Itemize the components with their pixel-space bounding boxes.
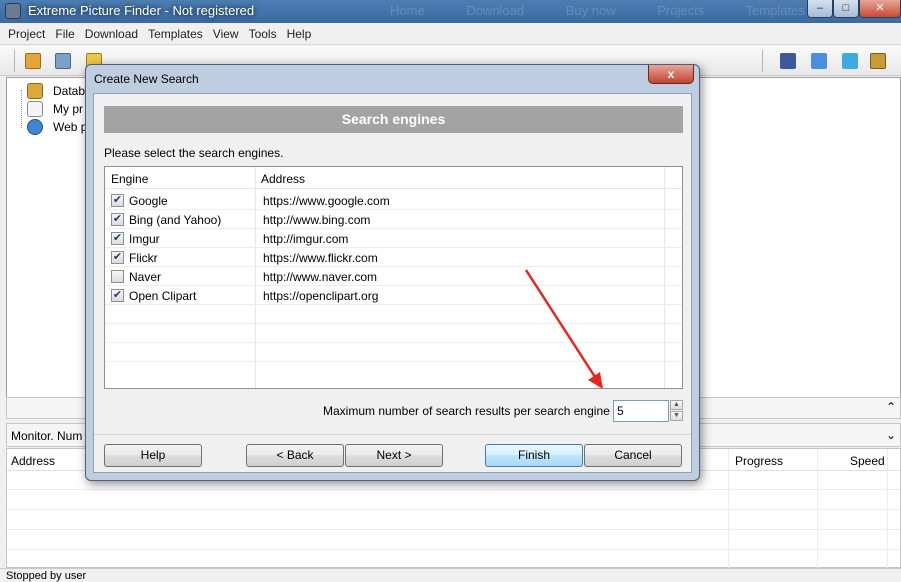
ghost-tab: Download [466, 3, 525, 18]
engine-row[interactable]: Naver http://www.naver.com [105, 267, 682, 286]
create-new-search-dialog: Create New Search x Search engines Pleas… [85, 64, 700, 481]
tree-item-label: Datab [53, 84, 86, 98]
engine-name: Google [129, 194, 168, 208]
grid-row-divider [7, 489, 900, 490]
tree-connector [21, 90, 22, 128]
menu-project[interactable]: Project [0, 23, 50, 41]
toolbar-separator [762, 50, 763, 72]
menu-help[interactable]: Help [282, 23, 317, 41]
column-speed[interactable]: Speed [850, 454, 885, 468]
status-bar: Stopped by user [0, 568, 901, 582]
close-window-button[interactable]: ✕ [859, 0, 901, 18]
engine-name: Open Clipart [129, 289, 197, 303]
empty-row [105, 343, 682, 362]
tree-item-label: My pr [53, 102, 83, 116]
menu-templates[interactable]: Templates [143, 23, 208, 41]
engine-row[interactable]: ✔ Bing (and Yahoo) http://www.bing.com [105, 210, 682, 229]
chevron-up-icon[interactable]: ⌃ [886, 400, 896, 414]
ribbon-ghost-tabs: Home Download Buy now Projects Templates [390, 3, 843, 18]
toolbar-separator [14, 50, 15, 72]
help-button[interactable]: Help [104, 444, 202, 467]
spin-down-icon[interactable]: ▼ [670, 411, 683, 421]
grid-row-divider [7, 549, 900, 550]
finish-button[interactable]: Finish [485, 444, 583, 467]
status-text: Stopped by user [6, 570, 87, 582]
engine-row[interactable]: ✔ Open Clipart https://openclipart.org [105, 286, 682, 305]
engine-name: Naver [129, 270, 162, 284]
engine-address: http://www.naver.com [263, 270, 378, 284]
engine-address: https://openclipart.org [263, 289, 379, 303]
menu-file[interactable]: File [50, 23, 79, 41]
ghost-tab: Home [390, 3, 425, 18]
search-engine-list: Engine Address ✔ Google https://www.goog… [104, 166, 683, 389]
engine-checkbox[interactable]: ✔ [111, 232, 124, 245]
engine-name: Imgur [129, 232, 160, 246]
database-icon [27, 83, 43, 99]
column-progress[interactable]: Progress [735, 454, 783, 468]
engine-checkbox[interactable]: ✔ [111, 213, 124, 226]
max-results-label: Maximum number of search results per sea… [323, 404, 610, 418]
window-title: Extreme Picture Finder - Not registered [28, 3, 255, 18]
web-search-icon [27, 119, 43, 135]
minimize-button[interactable]: – [807, 0, 833, 18]
edit-project-icon[interactable] [25, 53, 41, 69]
instruction-text: Please select the search engines. [104, 146, 284, 160]
engine-name: Bing (and Yahoo) [129, 213, 222, 227]
dialog-divider [94, 434, 691, 435]
menu-download[interactable]: Download [80, 23, 143, 41]
chevron-down-icon[interactable]: ⌄ [886, 428, 896, 442]
community-icon[interactable] [870, 53, 886, 69]
tree-item-label: Web p [53, 120, 88, 134]
column-address[interactable]: Address [261, 172, 305, 186]
engine-row[interactable]: ✔ Imgur http://imgur.com [105, 229, 682, 248]
engine-checkbox[interactable] [111, 270, 124, 283]
maximize-button[interactable]: □ [833, 0, 859, 18]
column-address[interactable]: Address [11, 454, 55, 468]
twitter-icon[interactable] [842, 53, 858, 69]
list-header: Engine Address [105, 167, 682, 189]
dialog-close-button[interactable]: x [648, 65, 694, 84]
empty-row [105, 305, 682, 324]
dialog-body: Search engines Please select the search … [93, 93, 692, 473]
next-button[interactable]: Next > [345, 444, 443, 467]
dialog-title: Create New Search [94, 72, 199, 86]
column-engine[interactable]: Engine [111, 172, 148, 186]
menu-view[interactable]: View [208, 23, 244, 41]
close-icon: x [667, 67, 675, 81]
engine-checkbox[interactable]: ✔ [111, 194, 124, 207]
cancel-button[interactable]: Cancel [584, 444, 682, 467]
menu-bar: Project File Download Templates View Tools Hel… [0, 23, 901, 45]
engine-name: Flickr [129, 251, 158, 265]
ghost-tab: Projects [657, 3, 705, 18]
step-banner: Search engines [104, 106, 683, 133]
grid-row-divider [7, 529, 900, 530]
engine-address: https://www.flickr.com [263, 251, 378, 265]
back-button[interactable]: < Back [246, 444, 344, 467]
facebook-icon[interactable] [780, 53, 796, 69]
engine-checkbox[interactable]: ✔ [111, 251, 124, 264]
ghost-tab: Buy now [565, 3, 616, 18]
menu-tools[interactable]: Tools [244, 23, 282, 41]
monitor-label: Monitor. Num [11, 429, 83, 443]
grid-row-divider [7, 509, 900, 510]
engine-checkbox[interactable]: ✔ [111, 289, 124, 302]
app-icon [5, 3, 21, 19]
ghost-tab: Templates [745, 3, 805, 18]
engine-address: https://www.google.com [263, 194, 390, 208]
engine-address: http://imgur.com [263, 232, 349, 246]
engine-row[interactable]: ✔ Flickr https://www.flickr.com [105, 248, 682, 267]
spin-up-icon[interactable]: ▲ [670, 400, 683, 410]
empty-row [105, 324, 682, 343]
google-plus-icon[interactable] [811, 53, 827, 69]
engine-row[interactable]: ✔ Google https://www.google.com [105, 191, 682, 210]
project-settings-icon[interactable] [55, 53, 71, 69]
window-titlebar: Extreme Picture Finder - Not registered … [0, 0, 901, 23]
engine-address: http://www.bing.com [263, 213, 371, 227]
max-results-input[interactable]: 5 [613, 400, 669, 422]
document-icon [27, 101, 43, 117]
